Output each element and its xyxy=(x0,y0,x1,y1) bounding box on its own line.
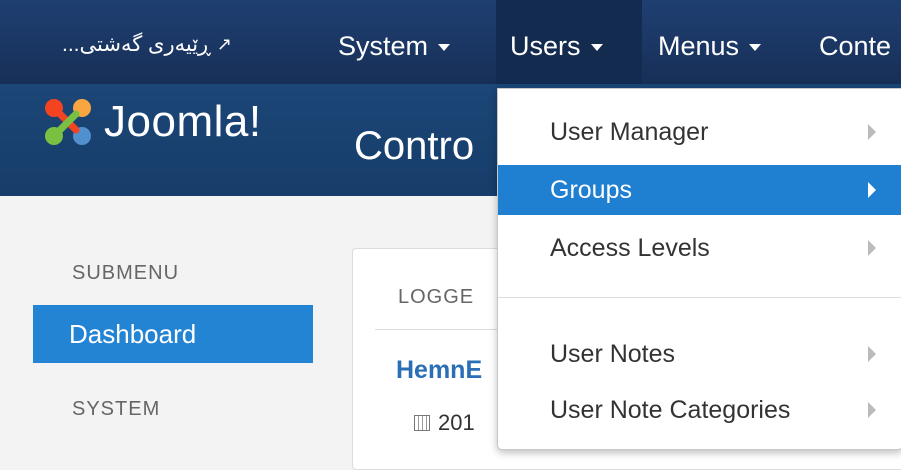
logo-text: Joomla! xyxy=(104,97,262,146)
menu-item-label: User Notes xyxy=(550,340,676,368)
menu-divider xyxy=(498,297,901,298)
submenu-arrow-icon xyxy=(868,182,876,198)
nav-system-label: System xyxy=(338,31,429,61)
nav-system[interactable]: System xyxy=(338,26,451,66)
nav-content[interactable]: Conte xyxy=(819,26,891,66)
nav-users-label: Users xyxy=(510,31,581,61)
calendar-icon xyxy=(414,415,430,431)
submenu-arrow-icon xyxy=(868,402,876,418)
site-link[interactable]: ...ڕێیەری گەشتی ↗ xyxy=(62,32,232,57)
panel-heading: LOGGE xyxy=(398,286,475,308)
menu-item-label: User Manager xyxy=(550,118,709,146)
users-dropdown-menu: User Manager Groups Access Levels User N… xyxy=(497,88,901,450)
joomla-logo[interactable]: Joomla! xyxy=(40,94,262,150)
caret-down-icon xyxy=(749,44,762,52)
menu-item-label: Access Levels xyxy=(550,234,710,262)
caret-down-icon xyxy=(438,44,451,52)
submenu-arrow-icon xyxy=(868,124,876,140)
nav-menus-label: Menus xyxy=(658,31,740,61)
nav-menus[interactable]: Menus xyxy=(658,26,762,66)
menu-item-label: Groups xyxy=(550,176,632,204)
site-link-label: ...ڕێیەری گەشتی xyxy=(62,33,211,56)
system-heading: SYSTEM xyxy=(72,398,161,420)
date-text: 201 xyxy=(438,410,475,435)
menu-item-groups[interactable]: Groups xyxy=(498,165,901,215)
submenu-arrow-icon xyxy=(868,240,876,256)
submenu-heading: SUBMENU xyxy=(72,262,180,284)
menu-item-label: User Note Categories xyxy=(550,396,791,424)
menu-item-user-manager[interactable]: User Manager xyxy=(498,107,901,157)
user-link[interactable]: HemnE xyxy=(396,356,482,385)
external-link-icon: ↗ xyxy=(216,34,232,54)
menu-item-user-note-categories[interactable]: User Note Categories xyxy=(498,385,901,435)
menu-item-access-levels[interactable]: Access Levels xyxy=(498,223,901,273)
menu-item-user-notes[interactable]: User Notes xyxy=(498,329,901,379)
submenu-arrow-icon xyxy=(868,346,876,362)
sidebar-item-dashboard[interactable]: Dashboard xyxy=(33,305,313,363)
nav-users[interactable]: Users xyxy=(510,26,603,66)
date-row: 201 xyxy=(414,410,475,436)
caret-down-icon xyxy=(590,44,603,52)
page-title: Contro xyxy=(354,124,475,168)
joomla-logo-icon xyxy=(40,94,96,150)
nav-content-label: Conte xyxy=(819,31,892,61)
